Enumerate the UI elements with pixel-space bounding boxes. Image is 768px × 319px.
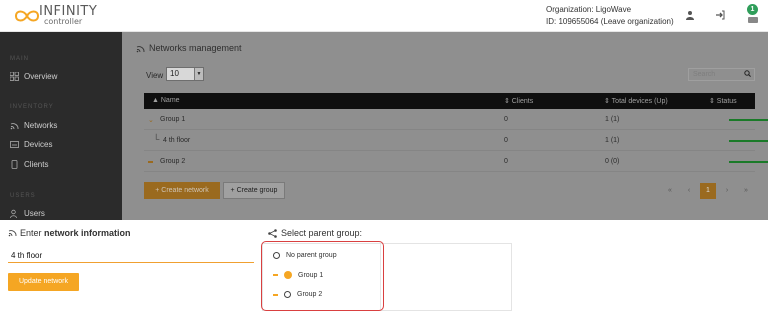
network-info-heading-bold: network information xyxy=(44,228,131,238)
page-title: Networks management xyxy=(136,43,242,53)
sidebar-item-networks[interactable]: Networks xyxy=(10,121,57,130)
table-row[interactable]: ⌄ Group 1 0 1 (1) xyxy=(144,110,768,130)
view-label: View xyxy=(146,71,164,80)
row-devices: 1 (1) xyxy=(605,116,620,123)
pagination-prev[interactable]: ‹ xyxy=(681,183,697,199)
table-header: ▲ Name ⇕ Clients ⇕ Total devices (Up) ⇕ … xyxy=(144,93,755,109)
row-name: Group 2 xyxy=(160,158,186,165)
create-network-button[interactable]: + Create network xyxy=(144,182,220,199)
sidebar-label-networks: Networks xyxy=(24,121,58,130)
page-size-select[interactable]: 10 ▼ xyxy=(166,67,204,81)
network-name-input[interactable]: 4 th floor xyxy=(8,250,254,263)
sidebar-section-main: MAIN xyxy=(10,56,29,62)
share-icon xyxy=(268,228,277,238)
sidebar-item-users[interactable]: Users xyxy=(10,209,45,218)
wifi-icon xyxy=(136,45,145,52)
sidebar-label-users: Users xyxy=(24,209,45,218)
organization-info: Organization: LigoWave ID: 109655064 (Le… xyxy=(546,4,674,28)
sidebar: MAIN Overview INVENTORY Networks Devices… xyxy=(0,32,122,220)
chevron-down-icon[interactable]: ⌄ xyxy=(148,116,154,124)
search-icon[interactable] xyxy=(744,69,751,80)
network-info-heading-prefix: Enter xyxy=(20,228,45,238)
notification-bell-shape xyxy=(748,17,758,23)
status-indicator xyxy=(729,119,768,121)
pagination-first[interactable]: « xyxy=(662,183,678,199)
row-devices: 0 (0) xyxy=(605,158,620,165)
wifi-icon xyxy=(10,123,19,130)
table-row[interactable]: Group 2 0 0 (0) xyxy=(144,152,768,172)
tree-branch-icon: └ xyxy=(153,134,160,144)
network-info-heading: Enter network information xyxy=(8,228,131,238)
row-devices: 1 (1) xyxy=(605,137,620,144)
row-name: Group 1 xyxy=(160,116,186,123)
app-header: INFINITY controller Organization: LigoWa… xyxy=(0,0,768,32)
update-network-button[interactable]: Update network xyxy=(8,273,79,291)
sidebar-section-users: USERS xyxy=(10,193,36,199)
wifi-icon xyxy=(8,230,17,237)
create-group-button[interactable]: + Create group xyxy=(223,182,285,199)
sidebar-item-clients[interactable]: Clients xyxy=(10,160,48,169)
column-header-name[interactable]: ▲ Name xyxy=(152,97,180,104)
column-header-status[interactable]: ⇕ Status xyxy=(709,97,737,105)
logo-subtitle: controller xyxy=(44,17,83,26)
notifications-icon[interactable]: 1 xyxy=(746,4,760,26)
search-placeholder: Search xyxy=(693,71,716,78)
phone-icon xyxy=(11,160,18,169)
pagination-next[interactable]: › xyxy=(719,183,735,199)
organization-id-leave-link[interactable]: ID: 109655064 (Leave organization) xyxy=(546,16,674,28)
row-clients: 0 xyxy=(504,137,508,144)
column-header-total-devices[interactable]: ⇕ Total devices (Up) xyxy=(604,97,668,105)
parent-group-heading: Select parent group: xyxy=(268,228,362,238)
highlight-annotation-box xyxy=(261,241,384,311)
sidebar-label-clients: Clients xyxy=(24,160,49,169)
status-indicator xyxy=(729,161,768,163)
sidebar-label-devices: Devices xyxy=(24,140,53,149)
parent-group-heading-text: Select parent group: xyxy=(281,228,363,238)
device-icon xyxy=(10,141,19,148)
user-icon[interactable] xyxy=(684,10,696,22)
notification-count-badge: 1 xyxy=(747,4,758,15)
organization-name: Organization: LigoWave xyxy=(546,5,632,14)
status-indicator xyxy=(729,140,768,142)
page-title-text: Networks management xyxy=(149,43,242,53)
network-edit-form: Enter network information 4 th floor Upd… xyxy=(0,220,768,319)
pagination-last[interactable]: » xyxy=(738,183,754,199)
sidebar-item-devices[interactable]: Devices xyxy=(10,140,52,149)
logout-icon[interactable] xyxy=(714,10,726,22)
collapse-dash-icon[interactable] xyxy=(148,161,153,163)
pagination-page-1[interactable]: 1 xyxy=(700,183,716,199)
column-header-clients[interactable]: ⇕ Clients xyxy=(504,97,533,105)
chevron-down-icon: ▼ xyxy=(194,68,203,80)
table-row[interactable]: └ 4 th floor 0 1 (1) xyxy=(144,131,768,151)
search-input[interactable]: Search xyxy=(688,68,755,81)
users-icon xyxy=(10,209,17,218)
sidebar-label-overview: Overview xyxy=(24,72,58,81)
networks-management-panel: Networks management View 10 ▼ Search ▲ N… xyxy=(122,32,768,220)
row-clients: 0 xyxy=(504,158,508,165)
page-size-value: 10 xyxy=(170,69,179,78)
row-clients: 0 xyxy=(504,116,508,123)
row-name: 4 th floor xyxy=(163,137,191,144)
sidebar-section-inventory: INVENTORY xyxy=(10,104,54,110)
grid-icon xyxy=(10,72,19,81)
sidebar-item-overview[interactable]: Overview xyxy=(10,72,57,81)
